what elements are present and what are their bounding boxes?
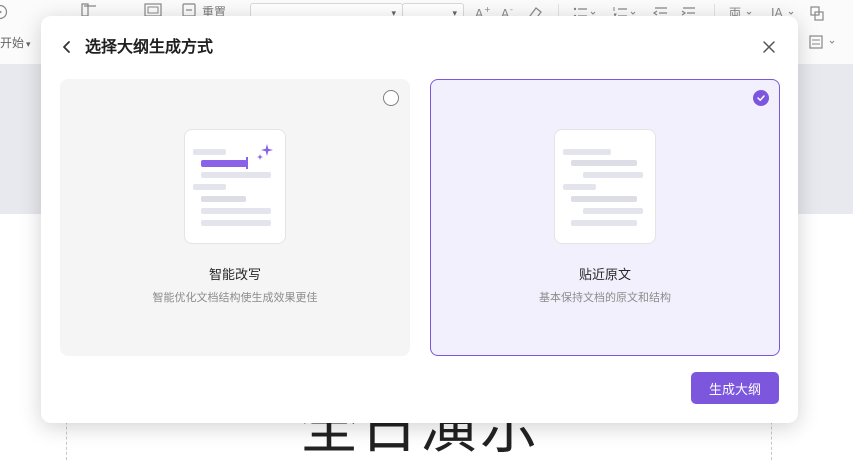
illustration-line bbox=[563, 184, 596, 190]
option-card-close-to-original[interactable]: 贴近原文 基本保持文档的原文和结构 bbox=[430, 79, 780, 356]
align-icon[interactable] bbox=[808, 33, 844, 51]
illustration-line bbox=[201, 220, 271, 226]
option-description: 基本保持文档的原文和结构 bbox=[539, 291, 671, 304]
checkmark-icon bbox=[757, 95, 765, 101]
illustration-line bbox=[583, 208, 643, 214]
illustration-line bbox=[201, 208, 271, 214]
radio-unchecked[interactable] bbox=[383, 90, 399, 106]
close-button[interactable] bbox=[760, 38, 778, 56]
illustration-cursor bbox=[246, 157, 248, 169]
illustration-line bbox=[193, 149, 226, 155]
illustration-line bbox=[583, 172, 643, 178]
svg-text:+: + bbox=[484, 5, 491, 14]
illustration-line bbox=[201, 172, 271, 178]
close-to-original-document-illustration bbox=[554, 129, 656, 244]
dialog-header: 选择大纲生成方式 bbox=[41, 16, 798, 78]
sparkle-icon bbox=[257, 144, 273, 160]
illustration-line bbox=[193, 184, 226, 190]
option-title: 贴近原文 bbox=[578, 268, 631, 283]
generate-outline-button[interactable]: 生成大纲 bbox=[691, 372, 779, 404]
shape-format-icon[interactable] bbox=[808, 4, 826, 22]
option-card-smart-rewrite[interactable]: 智能改写 智能优化文档结构使生成效果更佳 bbox=[60, 79, 410, 356]
illustration-line bbox=[201, 196, 246, 202]
illustration-line bbox=[571, 196, 637, 202]
illustration-highlight-line bbox=[201, 160, 247, 167]
back-button[interactable] bbox=[58, 38, 76, 56]
radio-checked[interactable] bbox=[753, 90, 769, 106]
illustration-line bbox=[571, 220, 637, 226]
svg-text:-: - bbox=[510, 5, 513, 14]
dialog-title: 选择大纲生成方式 bbox=[85, 37, 214, 56]
option-title: 智能改写 bbox=[208, 268, 261, 283]
start-icon[interactable] bbox=[0, 4, 8, 20]
chevron-left-icon bbox=[63, 41, 70, 53]
illustration-line bbox=[571, 160, 637, 166]
option-description: 智能优化文档结构使生成效果更佳 bbox=[152, 291, 318, 304]
start-label[interactable]: 开始 ▾ bbox=[0, 34, 31, 51]
smart-rewrite-document-illustration bbox=[184, 129, 286, 244]
illustration-line bbox=[563, 149, 611, 155]
close-icon bbox=[763, 41, 775, 53]
app-window: 开始 ▾ 重置 ▾ ▾ A + A- 両 IA 全日演示 选择大纲生成方式 智能… bbox=[0, 0, 853, 460]
chevron-down-icon: ▾ bbox=[26, 40, 31, 50]
outline-mode-dialog: 选择大纲生成方式 智能改写 智能优化文档结构使生成效果更佳 贴近原文 基本保持文… bbox=[41, 16, 798, 423]
